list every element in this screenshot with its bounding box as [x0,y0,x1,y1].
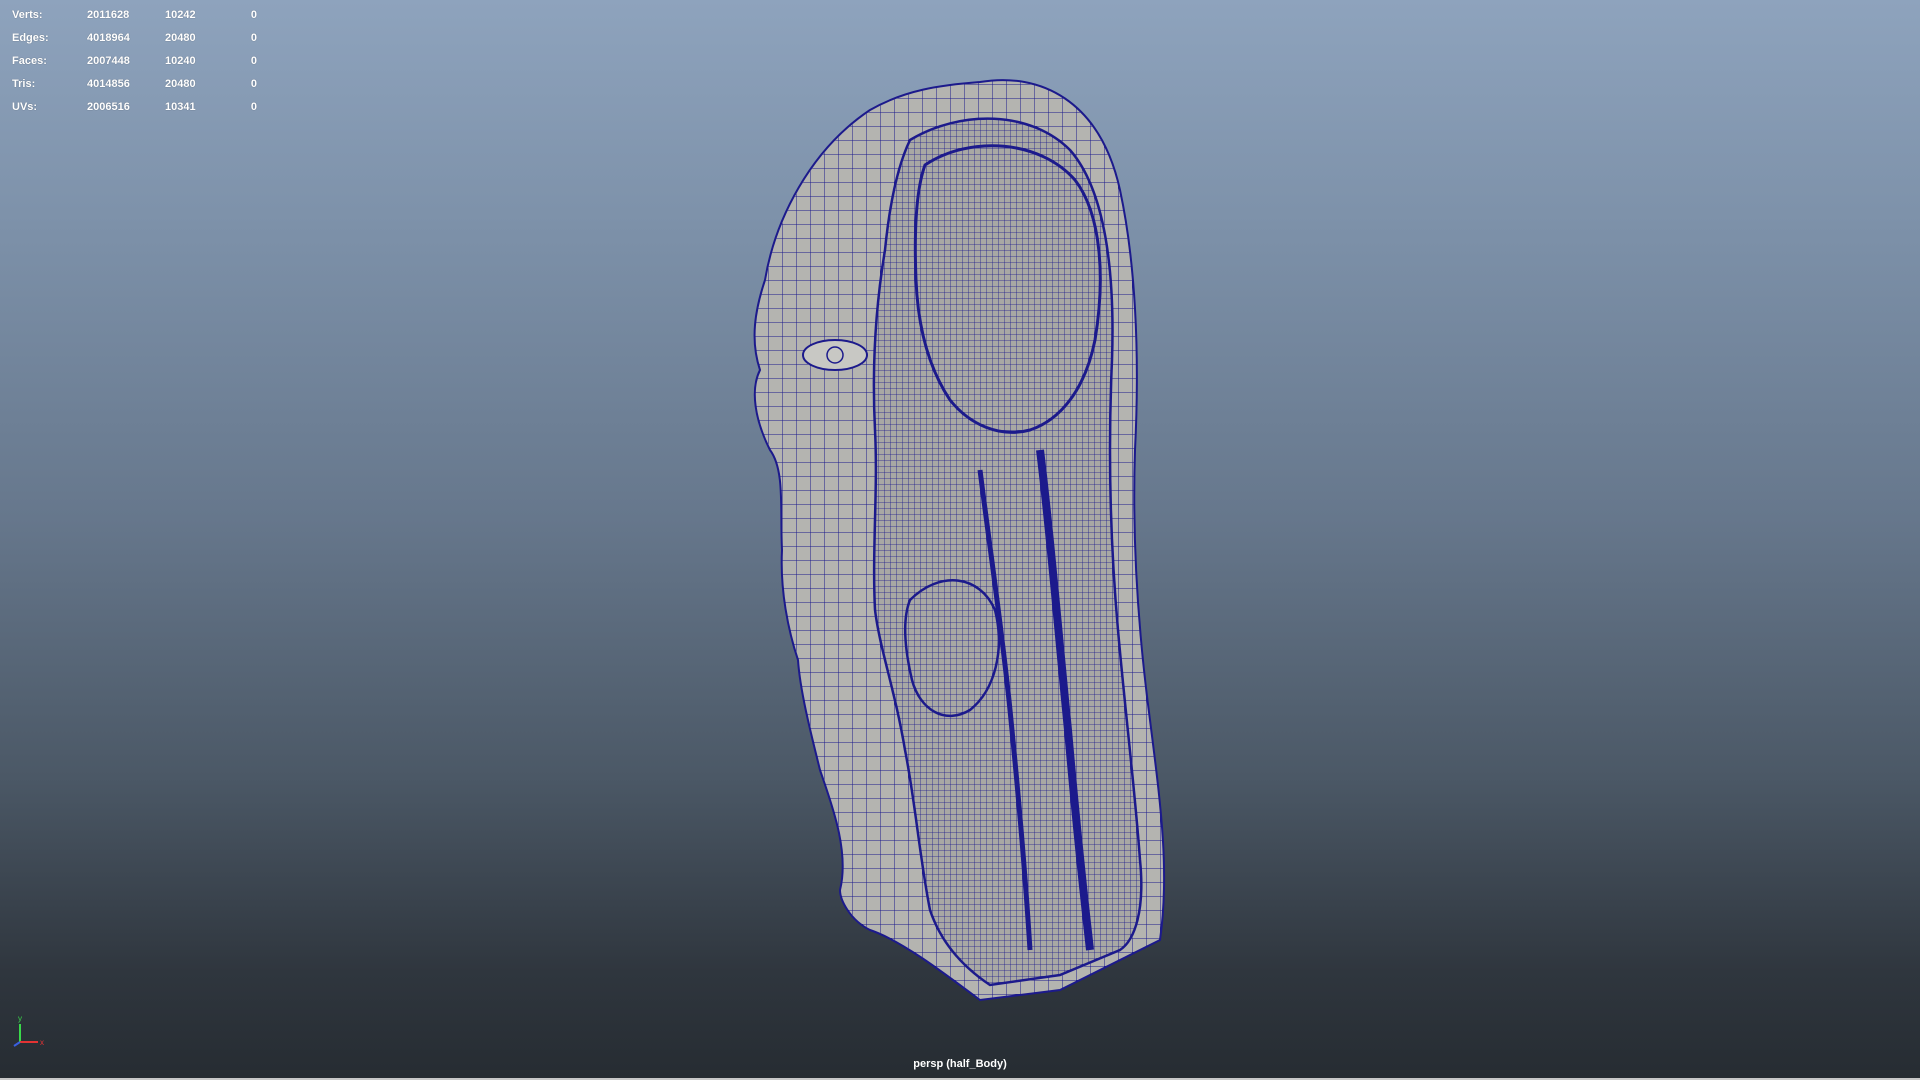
hud-value: 0 [250,100,257,113]
hud-row-uvs: UVs: 2006516 10341 0 [12,95,257,118]
axis-gizmo: y x [13,1014,44,1047]
camera-name-label: persp (half_Body) [913,1058,1007,1070]
hud-value: 10341 [165,100,196,113]
tongue-section [903,579,1001,718]
axis-x-label: x [40,1038,44,1047]
hud-value: 0 [250,54,257,67]
hud-value: 0 [250,8,257,21]
hud-label: Edges: [12,31,49,44]
hud-label: Tris: [12,77,36,90]
hud-value: 4018964 [87,31,130,44]
hud-value: 0 [250,77,257,90]
hud-value: 20480 [165,31,196,44]
hud-value: 10242 [165,8,196,21]
hud-value: 2007448 [87,54,130,67]
poly-count-hud: Verts: 2011628 10242 0 Edges: 4018964 20… [12,3,257,118]
hud-value: 2011628 [87,8,130,21]
3d-viewport[interactable]: Verts: 2011628 10242 0 Edges: 4018964 20… [0,0,1920,1080]
hud-row-faces: Faces: 2007448 10240 0 [12,49,257,72]
hud-row-edges: Edges: 4018964 20480 0 [12,26,257,49]
hud-value: 2006516 [87,100,130,113]
hud-label: Verts: [12,8,43,21]
axis-y-label: y [18,1014,22,1023]
hud-row-tris: Tris: 4014856 20480 0 [12,72,257,95]
hud-value: 20480 [165,77,196,90]
hud-value: 4014856 [87,77,130,90]
eye-mesh [802,339,868,371]
hud-value: 10240 [165,54,196,67]
hud-value: 0 [250,31,257,44]
head-cross-section-mesh[interactable] [740,70,1180,1010]
hud-row-verts: Verts: 2011628 10242 0 [12,3,257,26]
hud-label: Faces: [12,54,47,67]
hud-label: UVs: [12,100,38,113]
